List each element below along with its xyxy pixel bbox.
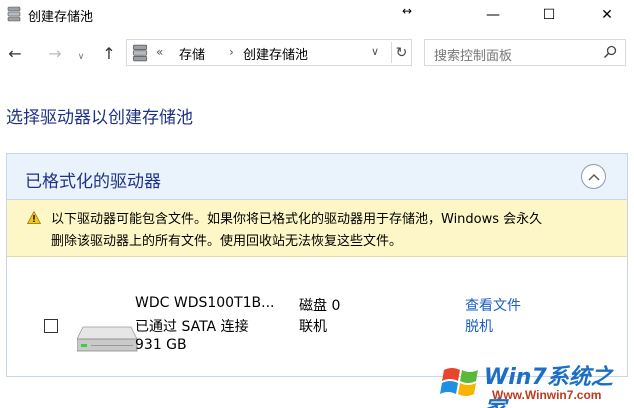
minimize-button[interactable]: — [470,0,516,30]
maximize-button[interactable]: ☐ [526,0,572,30]
collapse-button[interactable] [581,164,606,189]
search-box[interactable]: 搜索控制面板 [424,39,626,66]
chevron-up-icon [588,173,599,180]
back-button[interactable]: ← [4,42,26,64]
close-button[interactable]: ✕ [584,0,630,30]
warning-text: 以下驱动器可能包含文件。如果你将已格式化的驱动器用于存储池，Windows 会永… [51,209,623,253]
take-offline-link[interactable]: 脱机 [465,316,493,336]
address-bar[interactable]: « 存储 › 创建存储池 ∨ ↻ [126,39,412,66]
breadcrumb-storage[interactable]: 存储 [179,44,205,63]
panel-title: 已格式化的驱动器 [25,172,161,192]
watermark-url: Www.Winwin7.com [492,388,602,402]
warning-icon [27,211,41,224]
drive-size: 931 GB [135,337,187,353]
storage-pool-icon [132,44,148,62]
warning-line-1: 以下驱动器可能包含文件。如果你将已格式化的驱动器用于存储池，Windows 会永… [51,212,543,227]
windows-logo-icon [440,368,478,396]
warning-banner: 以下驱动器可能包含文件。如果你将已格式化的驱动器用于存储池，Windows 会永… [7,200,627,257]
overflow-chevron-icon[interactable]: « [156,45,163,59]
drive-checkbox[interactable] [44,319,58,333]
drive-connection: 已通过 SATA 连接 [135,319,249,335]
storage-pool-icon [7,6,21,22]
panel-header[interactable]: 已格式化的驱动器 [7,154,627,200]
view-files-link[interactable]: 查看文件 [465,295,521,315]
search-input[interactable]: 搜索控制面板 [434,45,512,64]
forward-button[interactable]: → [44,42,66,64]
drive-name: WDC WDS100T1B... [135,295,275,311]
watermark: Win7系统之家 Www.Winwin7.com [432,356,632,408]
window-title: 创建存储池 [28,10,94,25]
disk-status: 联机 [299,319,327,335]
recent-locations-button[interactable]: ∨ [70,46,92,68]
address-dropdown-icon[interactable]: ∨ [371,45,379,58]
page-heading: 选择驱动器以创建存储池 [6,108,193,128]
up-button[interactable]: ↑ [98,42,120,64]
breadcrumb-create-pool[interactable]: 创建存储池 [243,44,308,63]
refresh-button[interactable]: ↻ [391,42,411,63]
title-bar: 创建存储池 ↔ — ☐ ✕ [0,0,634,30]
warning-line-2: 删除该驱动器上的所有文件。使用回收站无法恢复这些文件。 [51,234,403,249]
hard-drive-icon [77,326,138,352]
search-icon[interactable] [603,45,617,59]
formatted-drives-panel: 已格式化的驱动器 以下驱动器可能包含文件。如果你将已格式化的驱动器用于存储池，W… [6,153,628,377]
disk-number: 磁盘 0 [299,298,341,314]
resize-arrows-icon[interactable]: ↔ [402,4,412,18]
breadcrumb-separator-icon[interactable]: › [229,45,234,59]
